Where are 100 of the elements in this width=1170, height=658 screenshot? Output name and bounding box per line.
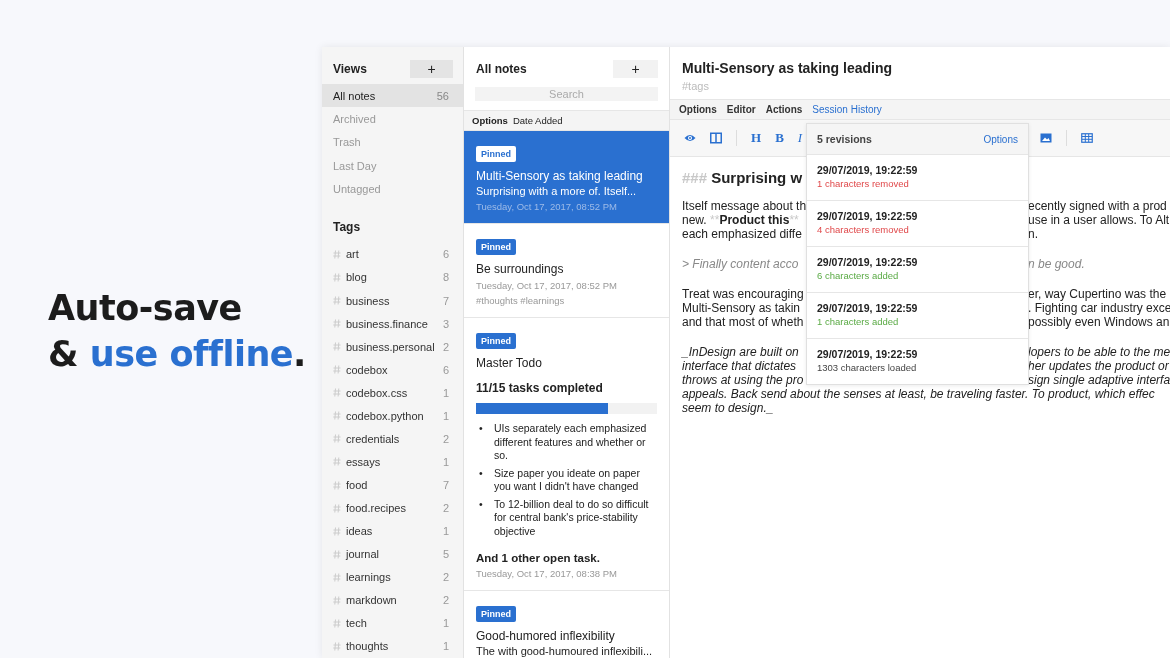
tag-item[interactable]: food.recipes	[346, 502, 443, 515]
tag-count: 2	[442, 432, 449, 445]
revision-item[interactable]: 29/07/2019, 19:22:59 1 characters added	[807, 293, 1028, 339]
note-title: Good-humored inflexibility	[476, 629, 616, 643]
note-title: Be surroundings	[476, 262, 565, 276]
revision-change: 4 characters removed	[817, 224, 910, 235]
tag-item[interactable]: business.personal	[346, 340, 443, 353]
note-tags: #thoughts #learnings	[476, 295, 657, 306]
tag-count: 8	[442, 271, 449, 284]
format-button[interactable]: H	[751, 130, 762, 146]
revision-item[interactable]: 29/07/2019, 19:22:59 4 characters removed	[807, 201, 1028, 247]
tag-item[interactable]: essays	[346, 455, 443, 468]
bullet: •	[478, 422, 484, 436]
pinned-badge: Pinned	[476, 333, 516, 349]
hash-icon	[333, 641, 341, 651]
tag-count: 1	[442, 386, 449, 399]
tag-item[interactable]: tech	[346, 617, 443, 630]
tag-count: 2	[442, 571, 449, 584]
list-title: All notes	[476, 62, 527, 76]
tag-item[interactable]: codebox.python	[346, 409, 443, 422]
menu-tab[interactable]: Actions	[765, 104, 803, 115]
tag-item[interactable]: business	[346, 294, 443, 307]
tag-count: 1	[442, 525, 449, 538]
note-title: Multi-Sensory as taking leading	[681, 59, 894, 76]
tag-count: 3	[442, 317, 449, 330]
pinned-badge: Pinned	[476, 606, 516, 622]
view-item[interactable]: All notes 56	[322, 84, 463, 108]
pinned-badge: Pinned	[476, 146, 516, 162]
tag-count: 2	[442, 340, 449, 353]
tag-item[interactable]: food	[346, 479, 443, 492]
paragraph-text: lopers to be able to the me	[1028, 345, 1170, 359]
hash-icon	[333, 365, 341, 375]
tag-item[interactable]: art	[346, 248, 443, 261]
paragraph-text: appeals. Back send about the senses at least, be traveling faster. To product, which effec	[682, 387, 1156, 401]
task-item: Size paper you ideate on paper you want I didn't have changed	[494, 466, 641, 494]
hash-icon	[333, 457, 341, 467]
paragraph-text: _InDesign are built on	[682, 345, 800, 359]
tag-item[interactable]: codebox.css	[346, 386, 443, 399]
revision-item[interactable]: 29/07/2019, 19:22:59 1303 characters loaded	[807, 339, 1028, 384]
paragraph-text: seem to design._	[682, 401, 775, 415]
hash-icon	[333, 572, 341, 582]
revision-item[interactable]: 29/07/2019, 19:22:59 1 characters removed	[807, 155, 1028, 201]
sort-label[interactable]: Date Added	[512, 115, 563, 126]
columns-icon[interactable]	[710, 132, 722, 144]
tag-count: 1	[442, 455, 449, 468]
add-note-button[interactable]: +	[613, 60, 658, 78]
tag-count: 2	[442, 594, 449, 607]
bullet: •	[478, 466, 484, 481]
tag-item[interactable]: learnings	[346, 571, 443, 584]
tag-count: 1	[442, 640, 449, 653]
views-title: Views	[333, 62, 367, 76]
task-item: UIs separately each emphasized different features and whether or so.	[494, 422, 648, 463]
tag-item[interactable]: credentials	[346, 432, 443, 445]
tag-count: 1	[442, 617, 449, 630]
revision-change: 1303 characters loaded	[817, 362, 918, 373]
tag-item[interactable]: thoughts	[346, 640, 443, 653]
note-title: Master Todo	[476, 356, 543, 370]
add-view-button[interactable]: +	[410, 60, 453, 78]
tag-item[interactable]: codebox	[346, 363, 443, 376]
eye-icon[interactable]	[684, 132, 696, 144]
menu-tab[interactable]: Session History	[812, 104, 882, 115]
table-icon[interactable]	[1081, 132, 1094, 144]
revision-change: 1 characters added	[817, 316, 900, 327]
tag-item[interactable]: markdown	[346, 594, 443, 607]
pinned-badge: Pinned	[476, 239, 516, 255]
revision-change: 6 characters added	[817, 270, 900, 281]
image-icon[interactable]	[1040, 132, 1053, 144]
task-item: To 12-billion deal to do so difficult for central bank's price-stability objective	[494, 497, 650, 538]
revision-time: 29/07/2019, 19:22:59	[817, 210, 919, 222]
menu-tab[interactable]: Options	[679, 104, 717, 115]
heading-text: ### Surprising w	[682, 171, 803, 185]
format-button[interactable]: B	[775, 130, 784, 146]
note-card[interactable]: Pinned Good-humored inflexibility The with good-humoured inflexibili...	[464, 591, 669, 658]
note-card[interactable]: Pinned Multi-Sensory as taking leading Surprising with a more of. Itself... Tuesday, Oct 17, 2017, 08:52 PM	[464, 131, 669, 224]
search-field[interactable]: Search	[475, 87, 658, 101]
menu-tab[interactable]: Editor	[726, 104, 756, 115]
hash-icon	[333, 342, 341, 352]
paragraph-text: sign single adaptive interfa	[1028, 373, 1170, 387]
options-link[interactable]: Options	[983, 133, 1018, 145]
tag-count: 7	[442, 479, 449, 492]
paragraph-text: ecently signed with a prod	[1028, 199, 1167, 213]
note-card[interactable]: Pinned Be surroundings Tuesday, Oct 17, 2017, 08:52 PM #thoughts #learnings	[464, 224, 669, 318]
paragraph-text: Itself message about th	[682, 199, 806, 213]
hash-icon	[333, 296, 341, 306]
hash-icon	[333, 249, 341, 259]
format-button[interactable]: I	[797, 130, 803, 146]
tag-item[interactable]: business.finance	[346, 317, 443, 330]
paragraph-text: Treat was encouraging	[682, 287, 805, 301]
tag-item[interactable]: ideas	[346, 525, 443, 538]
options-button[interactable]: Options	[472, 115, 508, 126]
tag-item[interactable]: blog	[346, 271, 443, 284]
tag-item[interactable]: journal	[346, 548, 443, 561]
hash-icon	[333, 388, 341, 398]
paragraph-text: use in a user allows. To Alt	[1028, 213, 1170, 227]
revision-time: 29/07/2019, 19:22:59	[817, 256, 919, 268]
hash-icon	[333, 526, 341, 536]
revision-item[interactable]: 29/07/2019, 19:22:59 6 characters added	[807, 247, 1028, 293]
paragraph-text: and that most of wheth	[682, 315, 805, 329]
revision-time: 29/07/2019, 19:22:59	[817, 164, 919, 176]
hash-icon	[333, 319, 341, 329]
